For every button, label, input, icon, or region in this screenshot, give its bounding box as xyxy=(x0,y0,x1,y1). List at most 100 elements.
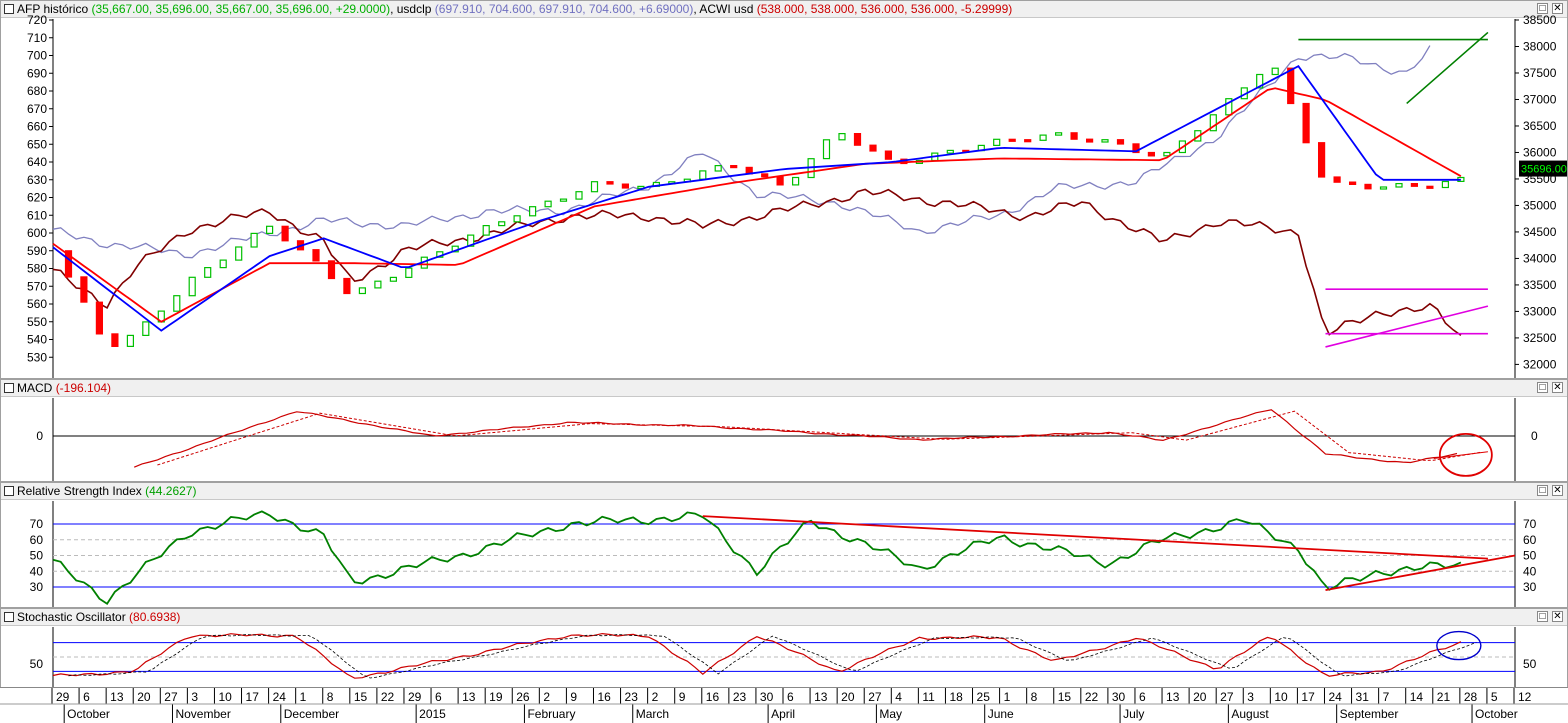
month-label: April xyxy=(771,707,795,721)
afp-candle xyxy=(761,173,769,178)
rsi-tick-right: 50 xyxy=(1523,549,1537,563)
day-label: 20 xyxy=(841,690,855,704)
month-label: December xyxy=(284,707,339,721)
day-label: 3 xyxy=(1247,690,1254,704)
month-label: October xyxy=(1475,707,1518,721)
left-tick-label: 700 xyxy=(27,49,47,63)
left-tick-label: 550 xyxy=(27,315,47,329)
afp-candle xyxy=(1302,102,1310,144)
day-label: 17 xyxy=(246,690,260,704)
right-tick-label: 38500 xyxy=(1523,13,1557,27)
afp-candle xyxy=(266,225,274,235)
afp-candle xyxy=(544,200,552,208)
stoch-tick-right: 50 xyxy=(1523,657,1537,671)
day-label: 10 xyxy=(1274,690,1288,704)
afp-candle xyxy=(126,334,135,347)
day-label: 6 xyxy=(1139,690,1146,704)
last-price-badge-text: 35696.00 xyxy=(1521,164,1567,176)
afp-candle xyxy=(312,249,320,262)
afp-candle xyxy=(204,267,212,278)
day-label: 1 xyxy=(300,690,307,704)
afp-candle xyxy=(1317,142,1326,178)
rsi-tick-left: 50 xyxy=(30,549,44,563)
left-tick-label: 680 xyxy=(27,84,47,98)
month-label: 2015 xyxy=(419,707,446,721)
afp-candle xyxy=(1426,185,1434,189)
day-label: 23 xyxy=(625,690,639,704)
left-tick-label: 540 xyxy=(27,333,47,347)
price-pane[interactable]: AFP histórico (35,667.00, 35,696.00, 35,… xyxy=(0,0,1568,379)
afp-candle xyxy=(235,246,243,261)
right-tick-label: 33500 xyxy=(1523,278,1557,292)
day-label: 8 xyxy=(1031,690,1038,704)
day-label: 9 xyxy=(570,690,577,704)
afp-candle xyxy=(776,176,784,186)
date-axis[interactable]: 29 6 13 20 27 3 10 17 24 1 8 15 22 29 6 13 19 26 2 9 16 23 2 9 1… xyxy=(0,687,1568,723)
left-tick-label: 720 xyxy=(27,13,47,27)
sma-slow-line xyxy=(52,87,1462,323)
left-tick-label: 590 xyxy=(27,244,47,258)
day-label: 18 xyxy=(949,690,963,704)
afp-candle xyxy=(250,232,258,248)
afp-candle xyxy=(838,133,846,141)
right-tick-label: 38000 xyxy=(1523,39,1557,53)
right-tick-label: 35000 xyxy=(1523,198,1557,212)
macd-pane[interactable]: MACD (-196.104) □ ✕ 00 xyxy=(0,379,1568,482)
day-label: 26 xyxy=(516,690,530,704)
right-tick-label: 37000 xyxy=(1523,92,1557,106)
day-label: 23 xyxy=(733,690,747,704)
day-label: 29 xyxy=(56,690,70,704)
day-label: 30 xyxy=(1112,690,1126,704)
left-tick-label: 650 xyxy=(27,137,47,151)
rsi-tick-right: 30 xyxy=(1523,580,1537,594)
day-label: 13 xyxy=(1166,690,1180,704)
day-label: 30 xyxy=(760,690,774,704)
day-label: 6 xyxy=(83,690,90,704)
left-tick-label: 530 xyxy=(27,350,47,364)
afp-candle xyxy=(1008,138,1016,142)
left-tick-label: 640 xyxy=(27,155,47,169)
stoch-pane[interactable]: Stochastic Oscillator (80.6938) □ ✕ 50 50 xyxy=(0,608,1568,688)
day-label: 17 xyxy=(1301,690,1315,704)
afp-candle xyxy=(1271,67,1279,76)
day-label: 22 xyxy=(381,690,395,704)
rsi-descending-trendline xyxy=(702,515,1488,560)
afp-candle xyxy=(142,321,150,336)
day-label: 6 xyxy=(787,690,794,704)
right-tick-label: 36500 xyxy=(1523,119,1557,133)
day-label: 5 xyxy=(1491,690,1498,704)
afp-candle xyxy=(498,221,506,227)
day-label: 12 xyxy=(1518,690,1532,704)
left-tick-label: 560 xyxy=(27,297,47,311)
rsi-line xyxy=(52,510,1462,606)
afp-candle xyxy=(575,191,583,200)
afp-candle xyxy=(528,206,537,217)
left-tick-label: 600 xyxy=(27,226,47,240)
day-label: 24 xyxy=(1328,690,1342,704)
day-label: 21 xyxy=(1437,690,1451,704)
month-label: September xyxy=(1340,707,1399,721)
afp-candle xyxy=(699,170,707,180)
day-label: 9 xyxy=(679,690,686,704)
afp-candle xyxy=(714,165,722,172)
rsi-pane[interactable]: Relative Strength Index (44.2627) □ ✕ 70… xyxy=(0,482,1568,608)
left-tick-label: 670 xyxy=(27,102,47,116)
afp-candle xyxy=(1410,183,1419,187)
left-tick-label: 580 xyxy=(27,262,47,276)
afp-candle xyxy=(1348,181,1357,186)
afp-candle xyxy=(173,295,181,312)
rsi-tick-right: 70 xyxy=(1523,517,1537,531)
day-label: 1 xyxy=(1004,690,1011,704)
month-label: August xyxy=(1231,707,1269,721)
rsi-ascending-trendline xyxy=(1325,554,1516,592)
afp-candle xyxy=(559,198,568,202)
afp-candle xyxy=(95,301,104,335)
day-label: 8 xyxy=(327,690,334,704)
afp-candle xyxy=(1364,183,1372,190)
day-label: 22 xyxy=(1085,690,1099,704)
afp-candle xyxy=(869,144,877,152)
day-label: 25 xyxy=(977,690,991,704)
right-tick-label: 32000 xyxy=(1523,357,1557,371)
afp-candle xyxy=(343,277,351,295)
date-axis-svg: 29 6 13 20 27 3 10 17 24 1 8 15 22 29 6 13 19 26 2 9 16 23 2 9 1… xyxy=(0,688,1568,723)
